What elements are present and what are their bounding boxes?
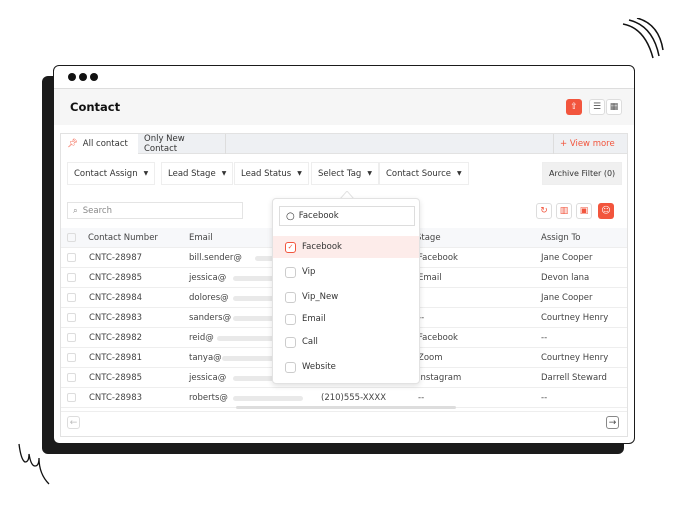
stage: --	[418, 393, 425, 403]
email: sanders@	[189, 313, 232, 323]
table-row[interactable]: CNTC-28983 roberts@ (210)555-XXXX -- --	[61, 388, 627, 408]
row-checkbox[interactable]	[67, 313, 76, 322]
checkbox-icon[interactable]	[285, 361, 296, 373]
contact-number: CNTC-28981	[89, 353, 143, 363]
page-title: Contact	[70, 100, 121, 114]
filter-select-tag[interactable]: Select Tag ▼	[311, 162, 379, 185]
window-dot	[68, 73, 76, 81]
decorative-lines-icon	[622, 18, 664, 59]
caret-down-icon: ▼	[297, 170, 302, 177]
contact-number: CNTC-28987	[89, 253, 143, 263]
caret-down-icon: ▼	[221, 170, 227, 177]
tag-search-input[interactable]: ○ Facebook	[279, 206, 415, 226]
assign-to: Darrell Steward	[541, 373, 607, 383]
email: reid@	[189, 333, 214, 343]
contact-number: CNTC-28983	[89, 393, 143, 403]
checkbox-icon[interactable]	[285, 313, 296, 325]
assign-to: Jane Cooper	[541, 293, 593, 303]
caret-down-icon: ▼	[367, 170, 372, 177]
tag-dropdown: ○ Facebook ✓ Facebook Vip Vip_New Email Call We…	[272, 198, 420, 384]
prev-page-icon[interactable]: ←	[67, 416, 80, 429]
assign-to: Courtney Henry	[541, 313, 609, 323]
tag-option[interactable]: Website	[273, 356, 419, 378]
stage: Zoom	[418, 353, 443, 363]
row-checkbox[interactable]	[67, 293, 76, 302]
email: roberts@	[189, 393, 228, 403]
grid-view-icon[interactable]: ▦	[606, 99, 622, 115]
assign-to: Courtney Henry	[541, 353, 609, 363]
phone: (210)555-XXXX	[321, 393, 387, 403]
checkbox-icon[interactable]	[285, 291, 296, 303]
stage: Facebook	[418, 253, 458, 263]
redacted-text	[233, 396, 303, 401]
search-icon: ○	[286, 210, 295, 222]
add-user-icon[interactable]: ☺	[598, 203, 614, 219]
row-checkbox[interactable]	[67, 333, 76, 342]
pin-icon: 📌︎	[67, 139, 78, 149]
search-input[interactable]: ⌕ Search	[67, 202, 243, 219]
tag-option[interactable]: Call	[273, 331, 419, 353]
row-checkbox[interactable]	[67, 273, 76, 282]
search-icon: ⌕	[73, 205, 78, 216]
caret-down-icon: ▼	[143, 170, 149, 177]
tag-option[interactable]: ✓ Facebook	[273, 236, 419, 258]
page-header: Contact ⇧ ☰ ▦	[54, 88, 634, 125]
row-checkbox[interactable]	[67, 393, 76, 402]
view-more-button[interactable]: + View more	[553, 134, 628, 154]
window-dot	[90, 73, 98, 81]
email: bill.sender@	[189, 253, 242, 263]
columns-icon[interactable]: ▥	[556, 203, 572, 219]
email: tanya@	[189, 353, 222, 363]
contact-number: CNTC-28984	[89, 293, 143, 303]
email: jessica@	[189, 373, 227, 383]
tag-option[interactable]: Vip_New	[273, 286, 419, 308]
next-page-icon[interactable]: →	[606, 416, 619, 429]
tag-option[interactable]: Email	[273, 308, 419, 330]
checkbox-icon[interactable]	[285, 336, 296, 348]
contact-number: CNTC-28985	[89, 273, 143, 283]
filter-contact-source[interactable]: Contact Source ▼	[379, 162, 469, 185]
assign-to: Devon lana	[541, 273, 590, 283]
filter-lead-stage[interactable]: Lead Stage ▼	[161, 162, 234, 185]
select-all-checkbox[interactable]	[67, 233, 76, 242]
tab-bar: 📌︎ All contact Only New Contact + View mo…	[61, 134, 627, 154]
stage: Email	[418, 273, 442, 283]
filter-lead-status[interactable]: Lead Status ▼	[234, 162, 309, 185]
refresh-icon[interactable]: ↻	[536, 203, 552, 219]
email: jessica@	[189, 273, 227, 283]
email: dolores@	[189, 293, 229, 303]
contact-number: CNTC-28982	[89, 333, 143, 343]
archive-filter-button[interactable]: Archive Filter (0)	[542, 162, 623, 185]
assign-to: --	[541, 333, 548, 343]
filter-contact-assign[interactable]: Contact Assign ▼	[67, 162, 156, 185]
row-checkbox[interactable]	[67, 373, 76, 382]
assign-to: Jane Cooper	[541, 253, 593, 263]
upload-icon[interactable]: ⇧	[566, 99, 582, 115]
row-checkbox[interactable]	[67, 253, 76, 262]
list-view-icon[interactable]: ☰	[589, 99, 605, 115]
contact-number: CNTC-28985	[89, 373, 143, 383]
tab-all-contact[interactable]: 📌︎ All contact	[61, 134, 138, 154]
checked-checkbox-icon[interactable]: ✓	[285, 241, 296, 253]
stage: Instagram	[418, 373, 462, 383]
save-icon[interactable]: ▣	[576, 203, 592, 219]
caret-down-icon: ▼	[456, 170, 462, 177]
stage: Facebook	[418, 333, 458, 343]
assign-to: --	[541, 393, 548, 403]
checkbox-icon[interactable]	[285, 266, 296, 278]
row-checkbox[interactable]	[67, 353, 76, 362]
tab-only-new-contact[interactable]: Only New Contact	[138, 134, 226, 154]
contact-number: CNTC-28983	[89, 313, 143, 323]
tag-option[interactable]: Vip	[273, 261, 419, 283]
window-dot	[79, 73, 87, 81]
horizontal-scrollbar[interactable]	[236, 406, 456, 409]
